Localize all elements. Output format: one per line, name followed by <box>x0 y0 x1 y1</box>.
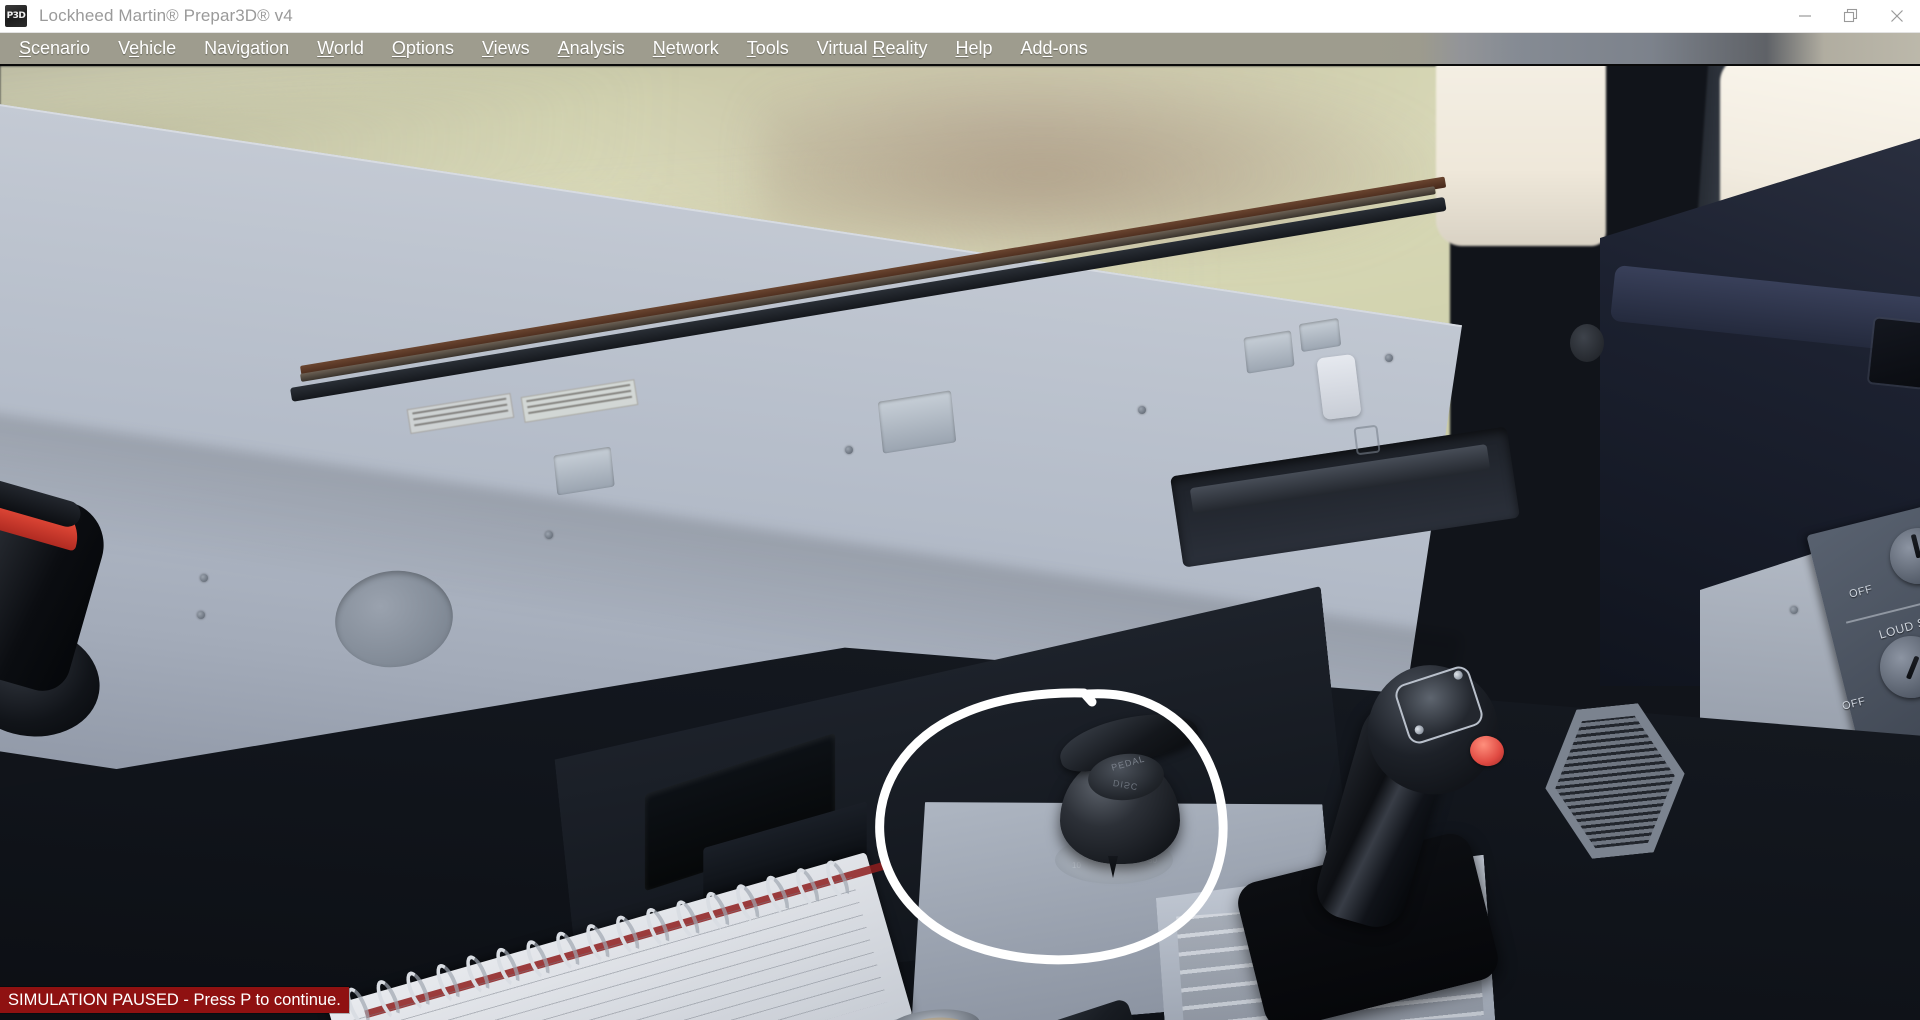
dash-handle-recess <box>1353 424 1381 456</box>
pedal-scale-tick-left: 10 <box>1072 861 1081 870</box>
menu-item-scenario[interactable]: Scenario <box>5 33 104 64</box>
main-menu-bar: Scenario Vehicle Navigation World Options Vie… <box>0 33 1920 66</box>
app-icon-label: P3D <box>6 10 26 21</box>
notepad-coil <box>401 968 435 1014</box>
menu-item-virtual-reality[interactable]: Virtual Reality <box>803 33 942 64</box>
plate-screw <box>1413 724 1425 736</box>
menu-item-tools[interactable]: Tools <box>733 33 803 64</box>
paused-message: SIMULATION PAUSED - Press P to continue. <box>8 990 341 1009</box>
window-controls <box>1782 0 1920 33</box>
windshield-hinge <box>1243 330 1295 374</box>
menu-item-help[interactable]: Help <box>941 33 1006 64</box>
menu-item-navigation[interactable]: Navigation <box>190 33 303 64</box>
panel-screw <box>1790 606 1798 614</box>
plate-screw <box>1452 669 1464 681</box>
notepad-coil <box>701 888 734 935</box>
notepad-coil <box>671 896 704 943</box>
notepad-coil <box>491 944 525 990</box>
panel-screw <box>200 574 208 582</box>
simulation-paused-banner: SIMULATION PAUSED - Press P to continue. <box>0 987 349 1013</box>
window-title: Lockheed Martin® Prepar3D® v4 <box>39 6 293 25</box>
notepad-coil <box>461 952 495 998</box>
panel-screw <box>1138 406 1146 414</box>
panel-screw <box>845 446 853 454</box>
minimize-button[interactable] <box>1782 0 1828 33</box>
minimize-icon <box>1799 15 1811 17</box>
window-title-bar: P3D Lockheed Martin® Prepar3D® v4 <box>0 0 1920 33</box>
side-window-left <box>1436 66 1606 246</box>
notepad-coil <box>581 920 615 967</box>
notepad-coil <box>521 936 555 982</box>
restore-icon <box>1843 8 1858 23</box>
notepad-coil <box>731 880 764 927</box>
menu-item-world[interactable]: World <box>303 33 378 64</box>
knob-pointer <box>1910 533 1920 559</box>
notepad-coil <box>551 928 585 975</box>
menu-item-analysis[interactable]: Analysis <box>544 33 639 64</box>
menu-item-options[interactable]: Options <box>378 33 468 64</box>
close-icon <box>1891 10 1903 22</box>
notepad-coil <box>761 872 794 919</box>
notepad-coil <box>431 960 465 1006</box>
notepad-coil <box>641 904 675 951</box>
menu-item-network[interactable]: Network <box>639 33 733 64</box>
simulation-viewport[interactable]: OFF LOUD SPK OFF MAN 10 30 PEDAL DISC <box>0 66 1920 1020</box>
dash-dark-port <box>1570 324 1604 362</box>
knob-pointer <box>1905 655 1920 680</box>
restore-button[interactable] <box>1828 0 1874 33</box>
wall-access-plate <box>1868 318 1920 388</box>
notepad-coil <box>821 857 854 903</box>
panel-screw <box>197 611 205 619</box>
menu-item-vehicle[interactable]: Vehicle <box>104 33 190 64</box>
panel-screw <box>1385 354 1393 362</box>
menu-item-views[interactable]: Views <box>468 33 544 64</box>
menu-item-add-ons[interactable]: Add-ons <box>1007 33 1102 64</box>
notepad-coil <box>371 976 405 1020</box>
dash-grab-handle[interactable] <box>1316 353 1362 421</box>
prepar3d-logo-icon: P3D <box>5 5 27 27</box>
notepad-coil <box>611 912 645 959</box>
panel-screw <box>545 531 553 539</box>
close-button[interactable] <box>1874 0 1920 33</box>
